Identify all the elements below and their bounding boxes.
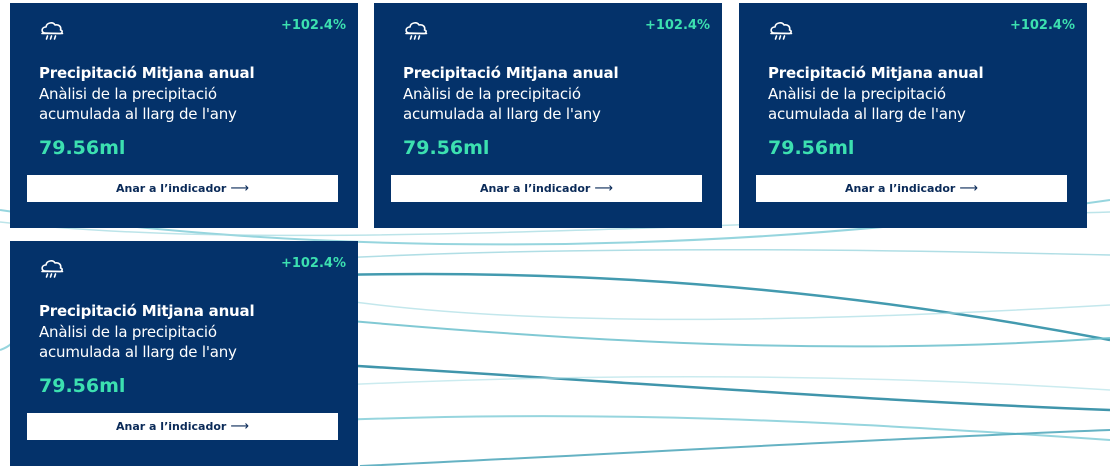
card-description: Anàlisi de la precipitació acumulada al … [39, 323, 237, 361]
go-to-indicator-button[interactable]: Anar a l’indicador ⟶ [391, 175, 702, 202]
card-title: Precipitació Mitjana anual [39, 302, 255, 320]
go-to-indicator-label: Anar a l’indicador [116, 420, 227, 433]
go-to-indicator-button[interactable]: Anar a l’indicador ⟶ [27, 175, 338, 202]
go-to-indicator-button[interactable]: Anar a l’indicador ⟶ [27, 413, 338, 440]
cloud-rain-icon [767, 16, 795, 44]
indicator-value: 79.56ml [39, 137, 126, 159]
go-to-indicator-button[interactable]: Anar a l’indicador ⟶ [756, 175, 1067, 202]
card-title: Precipitació Mitjana anual [403, 64, 619, 82]
cloud-rain-icon [38, 16, 66, 44]
indicator-value: 79.56ml [39, 375, 126, 397]
arrow-right-icon: ⟶ [959, 181, 978, 196]
change-badge: +102.4% [280, 256, 346, 271]
indicator-value: 79.56ml [403, 137, 490, 159]
change-badge: +102.4% [644, 18, 710, 33]
indicator-card: +102.4% Precipitació Mitjana anual Anàli… [739, 3, 1087, 228]
arrow-right-icon: ⟶ [594, 181, 613, 196]
cloud-rain-icon [402, 16, 430, 44]
card-description: Anàlisi de la precipitació acumulada al … [39, 85, 237, 123]
go-to-indicator-label: Anar a l’indicador [845, 182, 956, 195]
go-to-indicator-label: Anar a l’indicador [116, 182, 227, 195]
cloud-rain-icon [38, 254, 66, 282]
indicator-card: +102.4% Precipitació Mitjana anual Anàli… [10, 241, 358, 466]
indicator-card: +102.4% Precipitació Mitjana anual Anàli… [374, 3, 722, 228]
arrow-right-icon: ⟶ [230, 181, 249, 196]
arrow-right-icon: ⟶ [230, 419, 249, 434]
indicator-value: 79.56ml [768, 137, 855, 159]
card-description: Anàlisi de la precipitació acumulada al … [768, 85, 966, 123]
card-title: Precipitació Mitjana anual [768, 64, 984, 82]
change-badge: +102.4% [1009, 18, 1075, 33]
go-to-indicator-label: Anar a l’indicador [480, 182, 591, 195]
indicator-card: +102.4% Precipitació Mitjana anual Anàli… [10, 3, 358, 228]
change-badge: +102.4% [280, 18, 346, 33]
card-title: Precipitació Mitjana anual [39, 64, 255, 82]
card-description: Anàlisi de la precipitació acumulada al … [403, 85, 601, 123]
